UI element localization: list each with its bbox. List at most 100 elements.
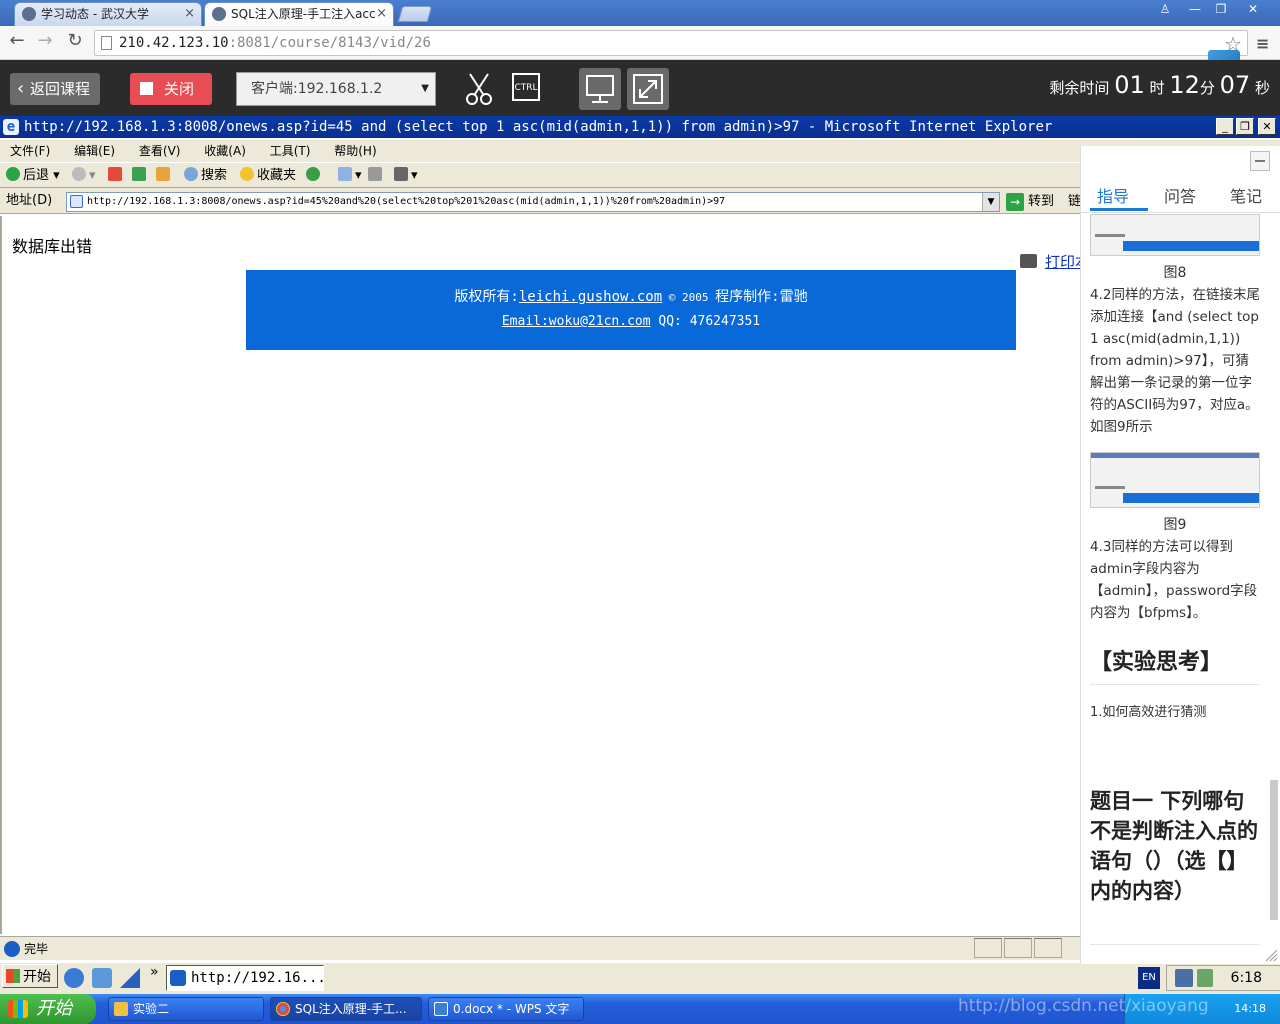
ie-search-button[interactable]: 搜索 xyxy=(184,166,227,186)
tab-qa[interactable]: 问答 xyxy=(1164,183,1196,207)
footer-email-link[interactable]: Email:woku@21cn.com xyxy=(502,314,651,329)
menu-help[interactable]: 帮助(H) xyxy=(334,144,376,158)
quicklaunch-outlook-icon[interactable] xyxy=(92,968,112,988)
ie-home-button[interactable] xyxy=(156,166,173,186)
close-tab-icon[interactable]: × xyxy=(376,3,387,25)
chrome-menu-icon[interactable]: ≡ xyxy=(1256,34,1269,53)
status-cell xyxy=(1034,938,1062,958)
remote-ie-task[interactable]: http://192.16... xyxy=(166,965,324,991)
close-experiment-button[interactable]: 关闭 xyxy=(130,73,212,105)
host-task-wps[interactable]: 0.docx * - WPS 文字 xyxy=(428,997,584,1021)
status-cell xyxy=(1004,938,1032,958)
ie-mail-button[interactable]: ▾ xyxy=(338,166,362,186)
restore-window-button[interactable]: ❐ xyxy=(1208,0,1234,18)
remote-start-label: 开始 xyxy=(23,969,51,985)
ie-close-button[interactable]: ✕ xyxy=(1258,118,1276,135)
fullscreen-icon[interactable] xyxy=(627,68,669,110)
scissors-icon[interactable] xyxy=(458,68,500,110)
menu-file[interactable]: 文件(F) xyxy=(10,144,50,158)
ie-address-input[interactable]: http://192.168.1.3:8008/onews.asp?id=45%… xyxy=(66,192,1000,212)
stop-icon xyxy=(108,167,122,181)
url-path: :8081/course/8143/vid/26 xyxy=(228,35,431,51)
reload-icon[interactable]: ↻ xyxy=(64,31,86,53)
host-task-chrome[interactable]: SQL注入原理-手工... xyxy=(270,997,422,1021)
browser-tab-1[interactable]: 学习动态 - 武汉大学 × xyxy=(14,2,202,26)
ie-restore-button[interactable]: ❐ xyxy=(1236,118,1254,135)
stop-icon xyxy=(140,82,153,95)
address-label: 地址(D) xyxy=(6,193,53,208)
ie-refresh-button[interactable] xyxy=(132,166,149,186)
go-label: 转到 xyxy=(1028,194,1055,209)
browser-tab-2[interactable]: SQL注入原理-手工注入acc × xyxy=(204,2,394,26)
security-icon[interactable] xyxy=(1197,969,1213,987)
tab-divider xyxy=(1080,212,1280,213)
back-to-course-button[interactable]: ‹ 返回课程 xyxy=(10,73,100,105)
close-window-button[interactable]: ✕ xyxy=(1240,0,1266,18)
thumb-bar xyxy=(1123,241,1259,251)
step-4-3-text: 4.3同样的方法可以得到admin字段内容为【admin】，password字段… xyxy=(1090,539,1258,621)
page-icon xyxy=(101,36,112,50)
host-start-button[interactable]: 开始 xyxy=(0,994,96,1024)
tab-guide[interactable]: 指导 xyxy=(1097,183,1129,207)
ie-back-button[interactable]: 后退 ▾ xyxy=(6,166,60,186)
ie-forward-button[interactable]: ▾ xyxy=(72,166,96,186)
go-button[interactable]: → 转到 xyxy=(1006,192,1062,212)
edit-icon xyxy=(394,167,408,181)
ctrl-key-icon[interactable]: CTRL xyxy=(505,68,547,110)
thumb-text xyxy=(1095,486,1125,489)
close-tab-icon[interactable]: × xyxy=(184,3,195,25)
mail-icon xyxy=(338,167,352,181)
windows-flag-icon xyxy=(6,969,20,983)
timer-minutes: 12 xyxy=(1169,71,1200,99)
user-icon[interactable]: ♙ xyxy=(1152,0,1178,18)
remote-start-button[interactable]: 开始 xyxy=(2,964,58,988)
menu-favorites[interactable]: 收藏(A) xyxy=(204,144,246,158)
client-select[interactable]: 客户端:192.168.1.2 ▼ xyxy=(236,72,436,106)
thumb-text xyxy=(1095,234,1125,237)
language-indicator[interactable]: EN xyxy=(1138,967,1160,989)
remote-ie-task-label: http://192.16... xyxy=(191,970,324,986)
address-dropdown-button[interactable]: ▼ xyxy=(982,193,999,211)
host-task-folder[interactable]: 实验二 xyxy=(108,997,264,1021)
new-tab-button[interactable] xyxy=(397,6,433,22)
back-icon xyxy=(6,167,20,181)
timer-hours-unit: 时 xyxy=(1149,79,1165,97)
remaining-time: 剩余时间 01 时 12分 07 秒 xyxy=(1049,71,1270,99)
url-host: 210.42.123.10 xyxy=(119,35,229,51)
url-bar[interactable]: 210.42.123.10:8081/course/8143/vid/26 xyxy=(94,30,1248,56)
back-arrow-icon[interactable]: ← xyxy=(6,31,28,53)
ie-minimize-button[interactable]: _ xyxy=(1216,118,1234,135)
figure-9-image[interactable] xyxy=(1090,452,1260,508)
resize-grip-icon[interactable] xyxy=(1264,948,1278,962)
client-select-value: 客户端:192.168.1.2 xyxy=(251,81,383,97)
quicklaunch-ie-icon[interactable] xyxy=(64,968,84,988)
figure-8-image[interactable] xyxy=(1090,214,1260,256)
thumb-bar xyxy=(1123,493,1259,503)
menu-edit[interactable]: 编辑(E) xyxy=(74,144,115,158)
ie-stop-button[interactable] xyxy=(108,166,125,186)
tab-notes[interactable]: 笔记 xyxy=(1230,183,1262,207)
guide-scrollbar[interactable] xyxy=(1270,780,1278,920)
database-error-text: 数据库出错 xyxy=(12,237,93,256)
collapse-panel-button[interactable] xyxy=(1250,151,1270,171)
media-icon xyxy=(306,167,320,181)
menu-tools[interactable]: 工具(T) xyxy=(270,144,311,158)
timer-label: 剩余时间 xyxy=(1049,79,1110,97)
wps-writer-icon xyxy=(434,1002,448,1016)
quicklaunch-more-icon[interactable]: » xyxy=(150,964,159,980)
network-icon[interactable] xyxy=(1175,969,1193,987)
tab-favicon-icon xyxy=(22,7,36,21)
monitor-icon[interactable] xyxy=(579,68,621,110)
ie-favorites-button[interactable]: 收藏夹 xyxy=(240,166,296,186)
refresh-icon xyxy=(132,167,146,181)
ie-edit-button[interactable]: ▾ xyxy=(394,166,418,186)
chrome-icon xyxy=(276,1002,290,1016)
minimize-window-button[interactable]: — xyxy=(1182,0,1208,18)
footer-site-link[interactable]: leichi.gushow.com xyxy=(519,289,662,305)
ie-media-button[interactable] xyxy=(306,166,323,186)
ie-title-bar: e http://192.168.1.3:8008/onews.asp?id=4… xyxy=(0,116,1280,138)
ie-print-button[interactable] xyxy=(368,166,385,186)
menu-view[interactable]: 查看(V) xyxy=(139,144,181,158)
forward-arrow-icon[interactable]: → xyxy=(34,31,56,53)
remote-tray: 6:18 xyxy=(1166,965,1280,991)
